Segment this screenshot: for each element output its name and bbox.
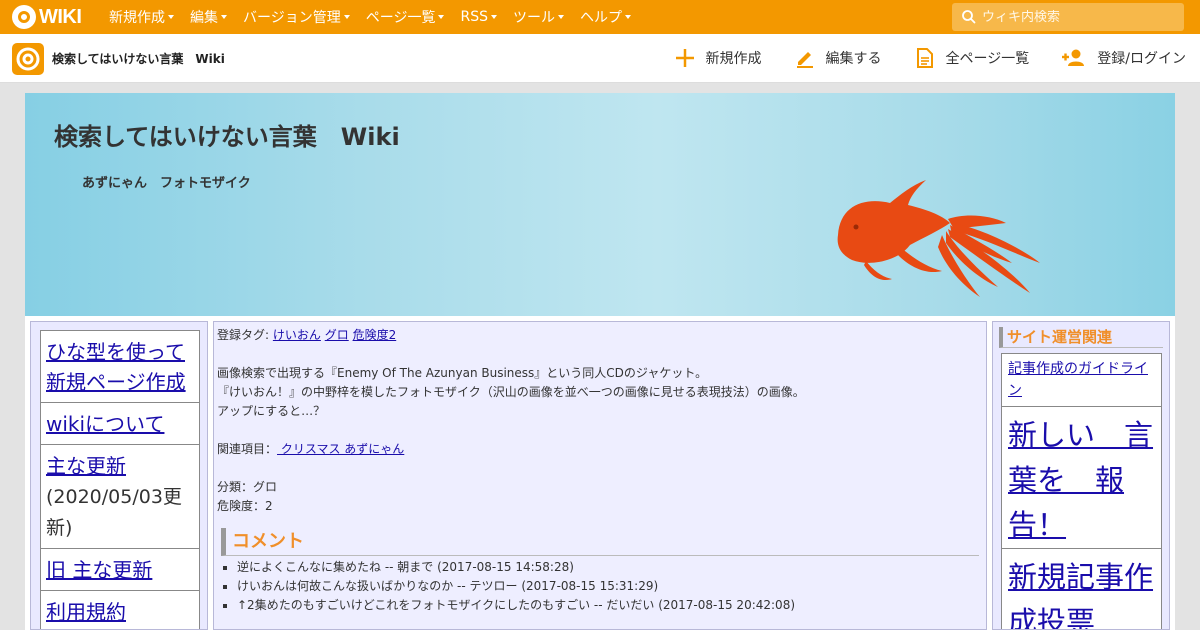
old-updates-link[interactable]: 旧 主な更新 (46, 558, 152, 582)
template-new-page-link[interactable]: ひな型を使って新規ページ作成 (46, 340, 186, 394)
tags-label: 登録タグ: (217, 328, 270, 342)
right-menu: 記事作成のガイドライン 新しい 言葉を 報告！ 新規記事作成投票 (1001, 353, 1162, 629)
related-line: 関連項目： クリスマス あずにゃん (217, 440, 983, 459)
related-link[interactable]: クリスマス あずにゃん (277, 442, 404, 456)
site-actions: 新規作成 編集する 全ページ一覧 登録/ログイン (674, 34, 1186, 82)
comment-heading: コメント (221, 528, 979, 556)
left-menu: ひな型を使って新規ページ作成 wikiについて 主な更新 (2020/05/03更… (40, 330, 200, 629)
about-wiki-link[interactable]: wikiについて (46, 412, 164, 436)
right-sidebar: サイト運営関連 記事作成のガイドライン 新しい 言葉を 報告！ 新規記事作成投票 (992, 321, 1170, 630)
right-menu-item: 新しい 言葉を 報告！ (1002, 407, 1161, 549)
new-page-button[interactable]: 新規作成 (674, 47, 762, 69)
tag-line: 登録タグ: けいおん グロ 危険度2 (217, 326, 983, 345)
description-line: 画像検索で出現する『Enemy Of The Azunyan Business』… (217, 366, 708, 380)
comment-item: けいおんは何故こんな扱いばかりなのか -- テツロー (2017-08-15 1… (237, 577, 983, 596)
report-word-link[interactable]: 新しい 言葉を 報告！ (1008, 418, 1153, 542)
guideline-link[interactable]: 記事作成のガイドライン (1008, 361, 1148, 399)
site-bar: 検索してはいけない言葉 Wiki 新規作成 編集する 全ページ一覧 登録/ログイ… (0, 34, 1200, 83)
terms-link[interactable]: 利用規約 (46, 600, 126, 624)
site-at-icon[interactable] (12, 43, 44, 75)
tag-link[interactable]: グロ (325, 328, 349, 342)
caret-down-icon (343, 15, 350, 19)
new-article-vote-link[interactable]: 新規記事作成投票 (1008, 560, 1153, 629)
all-pages-button[interactable]: 全ページ一覧 (914, 47, 1030, 69)
topnav-version-label: バージョン管理 (243, 10, 341, 26)
topnav-rss[interactable]: RSS (460, 9, 497, 25)
plus-icon (675, 49, 694, 67)
banner-title[interactable]: 検索してはいけない言葉 Wiki (54, 117, 400, 152)
caret-down-icon (438, 15, 445, 19)
site-title[interactable]: 検索してはいけない言葉 Wiki (52, 50, 225, 67)
left-menu-item: ひな型を使って新規ページ作成 (41, 331, 199, 403)
top-bar: WIKI 新規作成 編集 バージョン管理 ページ一覧 RSS ツール ヘルプ (0, 0, 1200, 34)
caret-down-icon (624, 15, 631, 19)
main-updates-link[interactable]: 主な更新 (46, 454, 126, 478)
description-line: 『けいおん！』の中野梓を模したフォトモザイク（沢山の画像を並べ一つの画像に見せる… (217, 385, 805, 399)
category-line: 分類：グロ (217, 480, 278, 494)
right-menu-item: 新規記事作成投票 (1002, 549, 1161, 629)
topnav-tools-label: ツール (512, 10, 555, 26)
goldfish-illustration (837, 180, 1040, 297)
topnav-edit[interactable]: 編集 (190, 7, 227, 27)
search-icon (962, 10, 976, 24)
login-label: 登録/ログイン (1097, 51, 1186, 67)
right-menu-item: 記事作成のガイドライン (1002, 354, 1161, 407)
comment-list: 逆によくこんなに集めたね -- 朝まで (2017-08-15 14:58:28… (237, 558, 983, 615)
comment-item: ↑2集めたのもすごいけどこれをフォトモザイクにしたのもすごい -- だいだい (… (237, 596, 983, 615)
edit-page-button[interactable]: 編集する (794, 47, 882, 69)
main-content: 登録タグ: けいおん グロ 危険度2 画像検索で出現する『Enemy Of Th… (213, 321, 987, 630)
topnav-new[interactable]: 新規作成 (109, 7, 174, 27)
tag-link[interactable]: 危険度2 (353, 328, 397, 342)
wiki-search (952, 3, 1184, 31)
updates-date-note: (2020/05/03更新) (46, 486, 182, 539)
topnav-edit-label: 編集 (190, 10, 218, 26)
edit-page-label: 編集する (825, 51, 882, 67)
page-title: あずにゃん フォトモザイク (82, 176, 251, 191)
tag-link[interactable]: けいおん (273, 328, 321, 342)
login-button[interactable]: 登録/ログイン (1061, 47, 1186, 69)
description-line: アップにすると…？ (217, 404, 326, 418)
left-menu-item: 旧 主な更新 (41, 549, 199, 591)
topnav-help-label: ヘルプ (579, 10, 622, 26)
site-banner: 検索してはいけない言葉 Wiki あずにゃん フォトモザイク (25, 93, 1175, 316)
topnav-new-label: 新規作成 (109, 10, 165, 26)
all-pages-label: 全ページ一覧 (945, 51, 1030, 67)
logo-text: WIKI (39, 5, 82, 28)
caret-down-icon (557, 15, 564, 19)
topnav-pages[interactable]: ページ一覧 (366, 7, 445, 27)
caret-down-icon (490, 15, 497, 19)
top-nav: 新規作成 編集 バージョン管理 ページ一覧 RSS ツール ヘルプ (109, 0, 631, 34)
related-label: 関連項目： (217, 442, 278, 456)
left-menu-item: 主な更新 (2020/05/03更新) (41, 445, 199, 549)
add-user-icon (1062, 49, 1085, 66)
pencil-icon (796, 52, 813, 68)
topnav-tools[interactable]: ツール (513, 7, 564, 27)
topnav-help[interactable]: ヘルプ (580, 7, 631, 27)
comment-item: 逆によくこんなに集めたね -- 朝まで (2017-08-15 14:58:28… (237, 558, 983, 577)
search-input[interactable] (982, 9, 1172, 25)
caret-down-icon (168, 15, 174, 19)
danger-level-line: 危険度：2 (217, 499, 273, 513)
left-sidebar: ひな型を使って新規ページ作成 wikiについて 主な更新 (2020/05/03更… (30, 321, 208, 630)
left-menu-item: 利用規約 (41, 591, 199, 629)
left-menu-item: wikiについて (41, 403, 199, 445)
site-operation-heading: サイト運営関連 (999, 327, 1163, 348)
atwiki-logo[interactable]: WIKI (12, 4, 82, 30)
caret-down-icon (221, 15, 227, 19)
new-page-label: 新規作成 (705, 51, 762, 67)
document-icon (916, 48, 933, 68)
topnav-pages-label: ページ一覧 (365, 10, 436, 26)
at-icon (12, 5, 36, 29)
topnav-rss-label: RSS (460, 9, 488, 25)
topnav-version[interactable]: バージョン管理 (243, 7, 350, 27)
